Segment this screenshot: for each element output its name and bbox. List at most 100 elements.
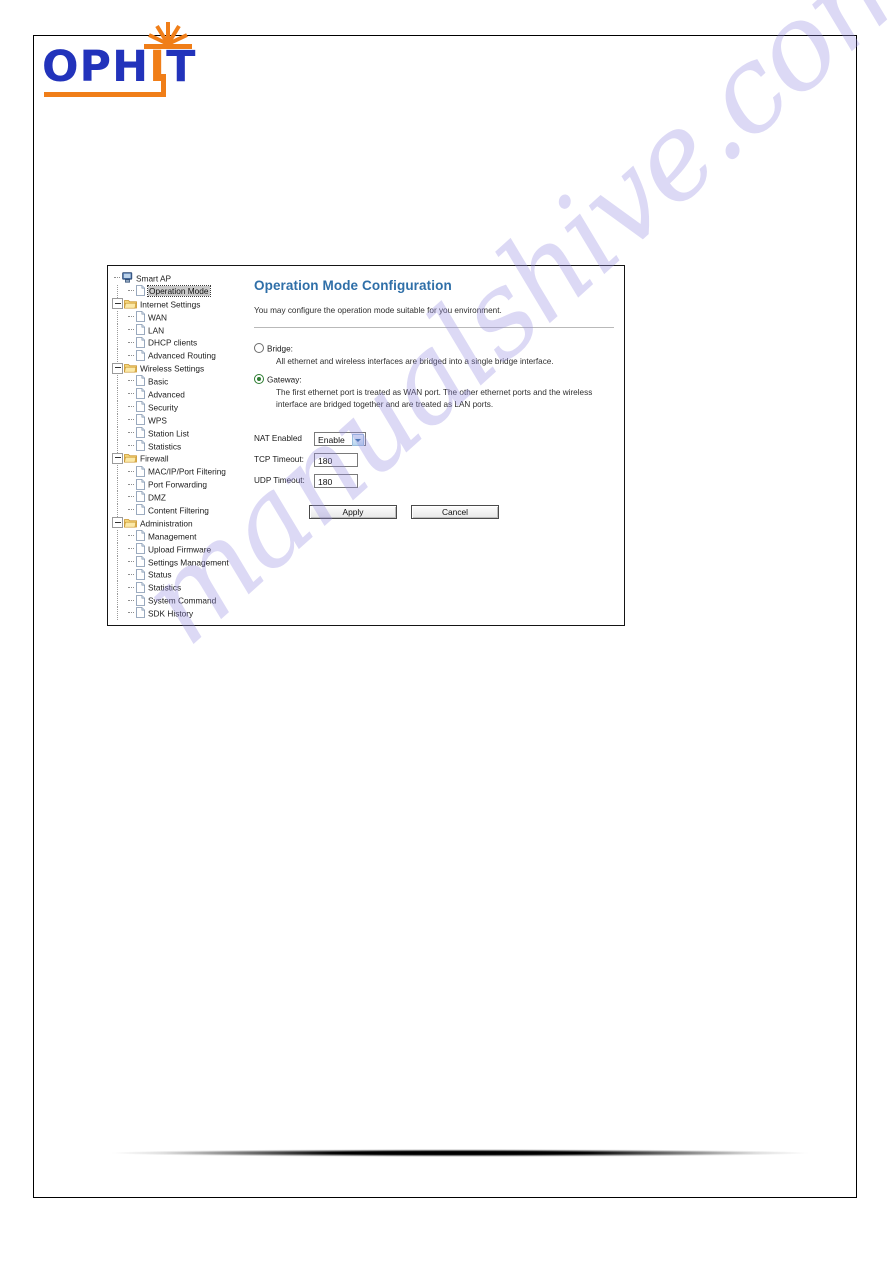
- page-icon: [136, 311, 145, 322]
- folder-icon: [124, 454, 137, 463]
- tree-node-security[interactable]: Security: [112, 400, 248, 414]
- tree-node-statistics[interactable]: Statistics: [112, 581, 248, 595]
- tree-node-station-list[interactable]: Station List: [112, 426, 248, 440]
- tree-node-wireless-settings[interactable]: Wireless Settings: [112, 362, 248, 375]
- tree-root-spacer: [112, 273, 121, 282]
- tree-node-label: Management: [148, 531, 197, 542]
- mode-radio-row-gateway[interactable]: Gateway:: [254, 373, 614, 385]
- label-nat-enabled: NAT Enabled: [254, 434, 302, 443]
- tree-node-status[interactable]: Status: [112, 568, 248, 582]
- section-divider: [254, 327, 614, 328]
- tree-node-label: Advanced: [148, 389, 185, 400]
- tree-node-administration[interactable]: Administration: [112, 517, 248, 530]
- tree-node-label: Smart AP: [136, 273, 172, 284]
- tree-guide-line: [117, 607, 119, 621]
- mode-radio-row-bridge[interactable]: Bridge:: [254, 343, 614, 354]
- navigation-tree: Smart AP Operation Mode Internet Settings W…: [112, 272, 248, 621]
- tree-expander-collapse-icon[interactable]: [112, 452, 123, 464]
- tree-node-label: Internet Settings: [140, 299, 201, 310]
- tree-node-statistics[interactable]: Statistics: [112, 439, 248, 453]
- nat-enabled-select[interactable]: Enable: [314, 431, 366, 446]
- tree-node-upload-firmware[interactable]: Upload Firmware: [112, 542, 248, 556]
- tree-guide-line: [117, 375, 119, 389]
- page-icon: [136, 349, 145, 361]
- tree-node-label: Content Filtering: [148, 505, 209, 516]
- folder-icon: [124, 364, 137, 373]
- udp-timeout-input[interactable]: 180: [314, 473, 358, 488]
- tree-node-management[interactable]: Management: [112, 529, 248, 543]
- page-icon: [136, 504, 145, 516]
- tree-expander-collapse-icon[interactable]: [112, 298, 123, 310]
- tcp-timeout-input[interactable]: 180: [314, 452, 358, 467]
- tree-expander-collapse-icon[interactable]: [112, 362, 123, 374]
- tree-guide-line: [117, 542, 119, 556]
- tree-node-internet-settings[interactable]: Internet Settings: [112, 298, 248, 311]
- tree-guide-line: [117, 581, 119, 595]
- page-icon: [136, 530, 145, 542]
- tree-node-label: Advanced Routing: [148, 350, 216, 361]
- chevron-down-icon[interactable]: [352, 433, 364, 446]
- tree-node-label: SDK History: [148, 608, 194, 619]
- tree-node-mac-ip-port-filtering[interactable]: MAC/IP/Port Filtering: [112, 465, 248, 479]
- tree-guide-line: [117, 400, 119, 414]
- tree-node-label: WAN: [148, 312, 168, 323]
- field-row-nat-enabled: NAT Enabled Enable: [254, 428, 614, 449]
- tree-guide-line: [117, 413, 119, 427]
- page-icon: [136, 594, 145, 606]
- mode-description-bridge: All ethernet and wireless interfaces are…: [276, 357, 554, 366]
- tree-guide-dash: [126, 583, 135, 592]
- tree-node-lan[interactable]: LAN: [112, 323, 248, 337]
- cancel-button[interactable]: Cancel: [411, 504, 499, 519]
- tree-node-sdk-history[interactable]: SDK History: [112, 607, 248, 621]
- tree-node-system-command[interactable]: System Command: [112, 594, 248, 608]
- page-icon: [136, 414, 145, 426]
- tree-guide-line: [117, 426, 119, 440]
- tree-guide-line: [117, 336, 119, 350]
- page-icon: [136, 427, 145, 438]
- tree-guide-line: [117, 323, 119, 337]
- tree-node-advanced[interactable]: Advanced: [112, 388, 248, 402]
- tree-node-label: Administration: [140, 518, 193, 529]
- tree-node-label: Upload Firmware: [148, 544, 212, 555]
- tree-node-wps[interactable]: WPS: [112, 413, 248, 427]
- tree-node-firewall[interactable]: Firewall: [112, 452, 248, 465]
- tree-node-port-forwarding[interactable]: Port Forwarding: [112, 478, 248, 492]
- page-icon: [136, 491, 145, 503]
- page-icon: [136, 336, 145, 348]
- page-icon: [136, 285, 145, 297]
- settings-form: NAT Enabled Enable TCP Timeout: 180 UDP Ti…: [254, 428, 614, 491]
- tree-node-dmz[interactable]: DMZ: [112, 491, 248, 505]
- tree-node-label: DMZ: [148, 492, 166, 503]
- radio-gateway-icon[interactable]: [254, 373, 264, 384]
- mode-label-gateway: Gateway:: [267, 375, 302, 385]
- tree-guide-line: [117, 491, 119, 505]
- tree-expander-collapse-icon[interactable]: [112, 517, 123, 529]
- tree-guide-dash: [126, 286, 135, 295]
- tree-node-wan[interactable]: WAN: [112, 310, 248, 324]
- tree-node-settings-management[interactable]: Settings Management: [112, 555, 248, 569]
- tree-guide-line: [117, 478, 119, 492]
- computer-icon: [122, 272, 133, 283]
- tree-node-operation-mode[interactable]: Operation Mode: [112, 284, 248, 298]
- nat-enabled-value: Enable: [318, 434, 345, 445]
- page-icon: [136, 439, 145, 451]
- tree-guide-line: [117, 504, 119, 518]
- tree-node-basic[interactable]: Basic: [112, 375, 248, 389]
- folder-icon: [124, 518, 137, 528]
- page-icon: [136, 568, 145, 580]
- sunburst-icon: [144, 22, 192, 49]
- tree-guide-dash: [126, 376, 135, 385]
- tree-node-content-filtering[interactable]: Content Filtering: [112, 504, 248, 518]
- page-icon: [136, 478, 145, 490]
- apply-button[interactable]: Apply: [309, 504, 397, 519]
- tree-guide-dash: [126, 570, 135, 579]
- radio-bridge-icon[interactable]: [254, 343, 264, 353]
- tree-node-dhcp-clients[interactable]: DHCP clients: [112, 336, 248, 350]
- tree-guide-dash: [126, 428, 135, 437]
- tree-node-smart-ap[interactable]: Smart AP: [112, 272, 248, 285]
- form-button-row: Apply Cancel: [254, 504, 614, 519]
- tree-guide-dash: [126, 480, 135, 489]
- tree-node-advanced-routing[interactable]: Advanced Routing: [112, 349, 248, 363]
- tree-guide-dash: [126, 596, 135, 605]
- tree-guide-dash: [126, 312, 135, 321]
